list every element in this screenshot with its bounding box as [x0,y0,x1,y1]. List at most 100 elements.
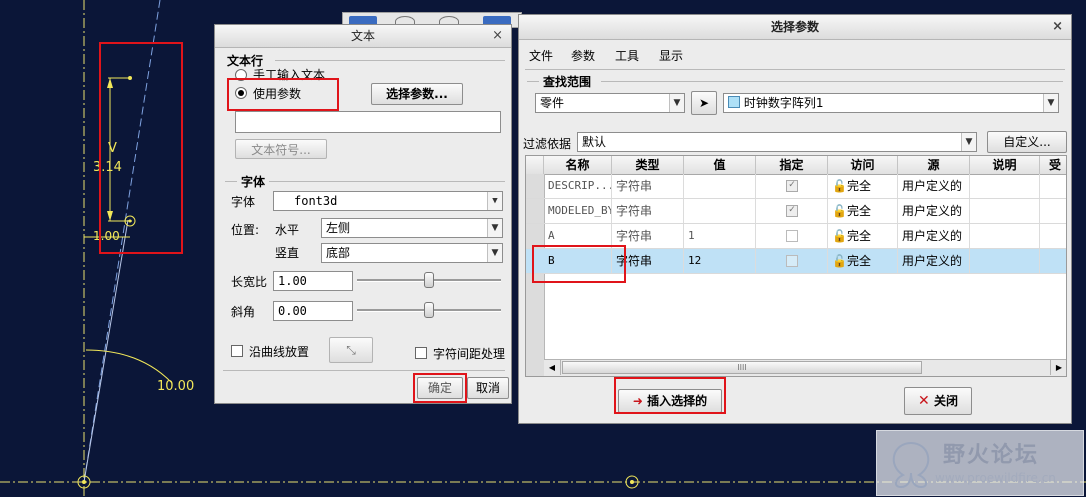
designate-checkbox[interactable]: ✓ [786,180,798,192]
column-header-name[interactable]: 名称 [544,156,612,174]
customize-button[interactable]: 自定义... [987,131,1067,153]
column-header-value[interactable]: 值 [684,156,756,174]
object-select[interactable]: 时钟数字阵列1 ▼ [723,93,1059,113]
cell-source: 用户定义的 [898,224,970,248]
vertical-select[interactable]: 底部 ▼ [321,243,503,263]
cell-access: 🔓完全 [828,224,898,248]
access-text: 完全 [846,179,871,193]
cell-designate: ✓ [756,199,828,223]
cell-name: MODELED_BY [544,199,612,223]
chevron-down-icon[interactable]: ▼ [487,244,502,262]
watermark: 野火论坛 www.proewildfire.cn [876,430,1084,496]
cell-name: B [544,249,612,273]
lock-icon: 🔓 [832,229,847,243]
designate-checkbox[interactable] [786,255,798,267]
scope-value: 零件 [540,96,565,110]
group-font-title: 字体 [241,175,266,189]
cell-value [684,174,756,198]
close-icon[interactable]: × [1052,15,1063,39]
chevron-down-icon[interactable]: ▼ [1043,94,1058,112]
separator [225,181,237,182]
cell-designate: ✓ [756,174,828,198]
close-button[interactable]: ✕ 关闭 [904,387,972,415]
access-text: 完全 [846,254,871,268]
scroll-thumb[interactable]: IIII [562,361,922,374]
filter-value: 默认 [582,135,607,149]
text-dialog-title: 文本 [350,29,375,43]
close-icon[interactable]: × [492,25,503,47]
mirror-icon: ⤡ [346,343,356,357]
cell-description [970,199,1040,223]
cell-name: DESCRIP... [544,174,612,198]
table-row-selected[interactable]: B 字符串 12 🔓完全 用户定义的 [526,249,1066,274]
scroll-left-icon[interactable]: ◀ [544,360,561,375]
column-header-extra[interactable]: 受 [1040,156,1066,174]
cell-designate [756,249,828,273]
text-symbol-button[interactable]: 文本符号... [235,139,327,159]
text-dialog-titlebar[interactable]: 文本 × [215,25,511,48]
insert-selected-button[interactable]: ➜ 插入选择的 [618,389,722,413]
kerning-checkbox[interactable] [415,347,427,359]
cell-type: 字符串 [612,174,684,198]
aspect-input[interactable]: 1.00 [273,271,353,291]
cell-description [970,174,1040,198]
lock-icon: 🔓 [832,254,847,268]
chevron-down-icon[interactable]: ▼ [961,133,976,151]
horizontal-select[interactable]: 左侧 ▼ [321,218,503,238]
scope-select[interactable]: 零件 ▼ [535,93,685,113]
slant-input[interactable]: 0.00 [273,301,353,321]
slant-slider-thumb[interactable] [424,302,434,318]
menu-file[interactable]: 文件 [529,47,553,64]
table-row[interactable]: MODELED_BY 字符串 ✓ 🔓完全 用户定义的 [526,199,1066,224]
param-dialog-titlebar[interactable]: 选择参数 × [519,15,1071,40]
designate-checkbox[interactable]: ✓ [786,205,798,217]
separator [269,181,505,182]
column-header-designate[interactable]: 指定 [756,156,828,174]
chevron-down-icon[interactable]: ▼ [669,94,684,112]
designate-checkbox[interactable] [786,230,798,242]
chevron-down-icon[interactable]: ▼ [487,219,502,237]
font-select[interactable]: font3d ▼ [273,191,503,211]
along-curve-checkbox[interactable] [231,345,243,357]
table-header: 名称 类型 值 指定 访问 源 说明 受 [526,156,1066,175]
header-corner [526,156,544,174]
column-header-type[interactable]: 类型 [612,156,684,174]
along-curve-label: 沿曲线放置 [249,345,310,359]
text-dialog: 文本 × 文本行 手工输入文本 使用参数 选择参数... 文本符号... 字体 … [214,24,512,404]
close-x-icon: ✕ [918,393,930,409]
cancel-button[interactable]: 取消 [467,377,509,399]
menu-params[interactable]: 参数 [571,47,595,64]
access-text: 完全 [846,204,871,218]
pick-object-button[interactable]: ➤ [691,91,717,115]
watermark-url: www.proewildfire.cn [935,471,1056,485]
radio-use-param[interactable] [235,87,247,99]
position-label: 位置: [231,223,260,237]
table-row[interactable]: DESCRIP... 字符串 ✓ 🔓完全 用户定义的 [526,174,1066,199]
cell-name: A [544,224,612,248]
kerning-label: 字符间距处理 [433,347,506,361]
dim-value-label[interactable]: 3.14 [93,160,122,175]
dim-left-label[interactable]: 1.00 [93,229,120,243]
horizontal-scrollbar[interactable]: ◀ IIII ▶ [544,359,1066,376]
aspect-slider-thumb[interactable] [424,272,434,288]
separator [223,370,505,371]
menu-display[interactable]: 显示 [659,47,683,64]
filter-select[interactable]: 默认 ▼ [577,132,977,152]
select-param-button[interactable]: 选择参数... [371,83,463,105]
ok-button[interactable]: 确定 [417,377,463,399]
menu-tools[interactable]: 工具 [615,47,639,64]
column-header-source[interactable]: 源 [898,156,970,174]
cell-access: 🔓完全 [828,174,898,198]
column-header-description[interactable]: 说明 [970,156,1040,174]
cell-type: 字符串 [612,224,684,248]
column-header-access[interactable]: 访问 [828,156,898,174]
table-row[interactable]: A 字符串 1 🔓完全 用户定义的 [526,224,1066,249]
text-line-input[interactable] [235,111,501,133]
mirror-button[interactable]: ⤡ [329,337,373,363]
scroll-right-icon[interactable]: ▶ [1050,360,1066,375]
chevron-down-icon[interactable]: ▼ [487,192,502,210]
radio-manual-text[interactable] [235,69,247,81]
feature-icon [728,96,740,108]
dim-angle-label[interactable]: 10.00 [157,379,194,394]
dim-v-label[interactable]: V [108,141,117,156]
